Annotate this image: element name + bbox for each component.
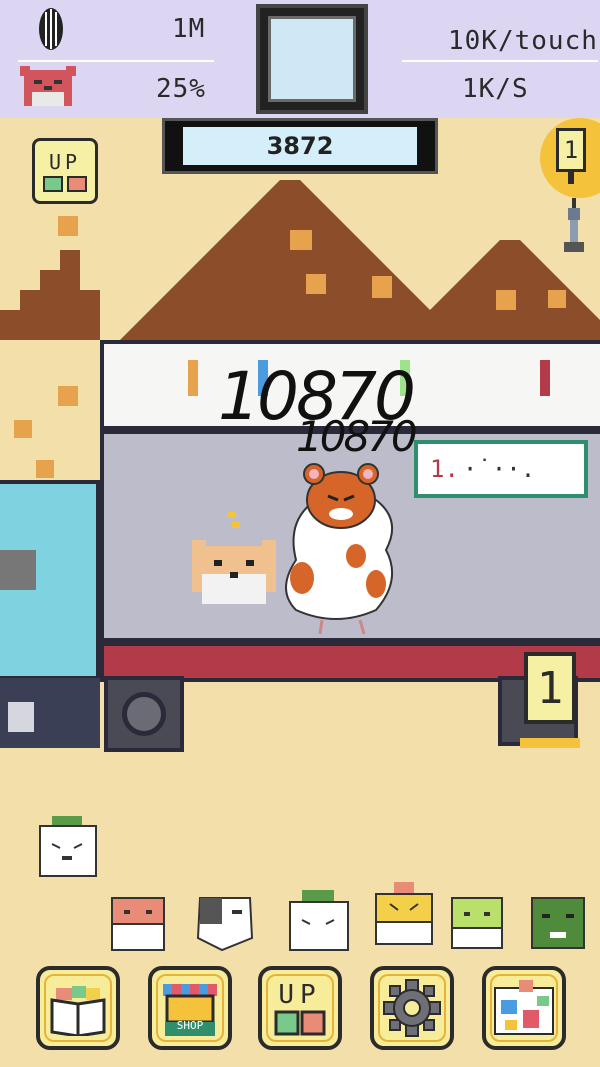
customer-hamster-white[interactable] xyxy=(288,890,350,954)
customer-hamster-pink[interactable] xyxy=(108,894,168,954)
upgrade-shortcut-label: UP xyxy=(48,150,82,174)
collection-button[interactable] xyxy=(36,966,120,1050)
map-button[interactable] xyxy=(482,966,566,1050)
truck-cab-bottom xyxy=(0,678,100,748)
gear-icon xyxy=(383,979,441,1037)
shop-label: SHOP xyxy=(176,1019,204,1032)
upgrade-label: UP xyxy=(278,980,322,1010)
map-icon xyxy=(494,980,554,1035)
shop-button[interactable]: SHOP xyxy=(148,966,232,1050)
upgrade-icon xyxy=(274,1010,326,1036)
customer-hamster[interactable] xyxy=(38,816,98,878)
per-touch-rate: 10K/touch xyxy=(448,26,598,56)
settings-button[interactable] xyxy=(370,966,454,1050)
customer-hamster-lime[interactable] xyxy=(448,892,506,952)
happiness-percent: 25% xyxy=(156,74,206,104)
seed-count: 1M xyxy=(172,14,206,44)
truck-wheel-front xyxy=(104,676,184,752)
top-hud: 1M 25% 10K/touch 1K/S xyxy=(0,0,600,118)
counter-value: 3872 xyxy=(183,127,417,165)
pixel-hamster-helper xyxy=(192,512,276,604)
hamster-face-icon xyxy=(20,66,76,106)
tower-icon xyxy=(564,198,584,252)
floating-earned-text-small: 10870 xyxy=(296,412,418,461)
customer-hamster-gray[interactable] xyxy=(192,888,258,954)
total-counter: 3872 xyxy=(162,118,438,174)
truck-cab xyxy=(0,480,100,680)
sunflower-seed-icon xyxy=(39,8,63,50)
upgrade-shortcut-button[interactable]: UP xyxy=(32,138,98,204)
level-badge[interactable]: 1 xyxy=(556,128,586,172)
customer-hamster-green[interactable] xyxy=(528,892,588,952)
per-second-rate: 1K/S xyxy=(462,74,529,104)
upgrade-button[interactable]: UP xyxy=(258,966,342,1050)
book-icon xyxy=(50,986,106,1036)
hamster-viewer-window[interactable] xyxy=(256,4,368,114)
main-hamster[interactable] xyxy=(276,460,406,636)
ranking-sign: 1. ·˙··. xyxy=(414,440,588,498)
truck-level-stand[interactable]: 1 xyxy=(524,652,576,724)
customer-hamster-yellow[interactable] xyxy=(372,882,436,948)
